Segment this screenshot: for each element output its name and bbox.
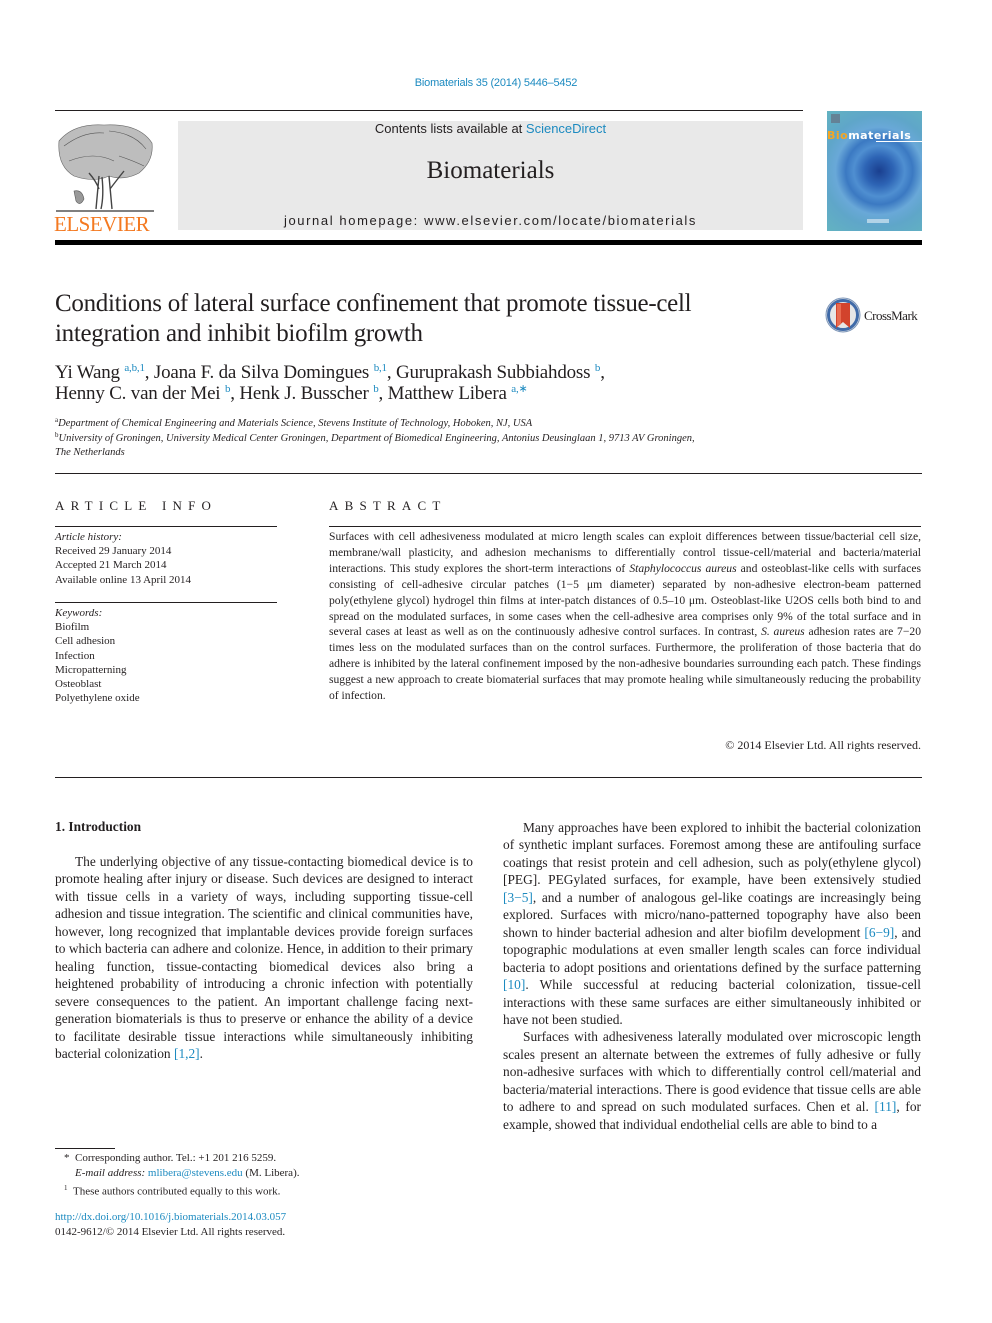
keyword: Osteoblast	[55, 678, 102, 691]
doi-link[interactable]: http://dx.doi.org/10.1016/j.biomaterials…	[55, 1210, 286, 1225]
author[interactable]: Matthew Libera a,∗	[388, 383, 528, 404]
elsevier-logo-text: ELSEVIER	[54, 212, 150, 236]
journal-ref-text[interactable]: Biomaterials 35 (2014) 5446–5452	[415, 77, 578, 89]
abstract-heading: ABSTRACT	[329, 498, 447, 513]
author[interactable]: Henny C. van der Mei b	[55, 383, 230, 404]
citation-link[interactable]: [3−5]	[503, 890, 533, 905]
intro-right-column: Many approaches have been explored to in…	[503, 819, 921, 1133]
doi-link-text[interactable]: http://dx.doi.org/10.1016/j.biomaterials…	[55, 1211, 286, 1223]
author[interactable]: Guruprakash Subbiahdoss b	[396, 362, 600, 383]
citation-link[interactable]: [6−9]	[864, 925, 894, 940]
keyword: Biofilm	[55, 621, 90, 634]
crossmark-icon[interactable]	[825, 297, 861, 333]
contents-prefix: Contents lists available at	[374, 121, 526, 136]
paragraph: Surfaces with adhesiveness laterally mod…	[503, 1029, 921, 1132]
article-history: Article history: Received 29 January 201…	[55, 530, 277, 587]
footnote-email: E-mail address: mlibera@stevens.edu (M. …	[75, 1167, 300, 1179]
cover-title-highlight: Bio	[827, 129, 849, 142]
contents-line: Contents lists available at ScienceDirec…	[178, 121, 803, 136]
journal-reference-link[interactable]: Biomaterials 35 (2014) 5446–5452	[0, 77, 992, 89]
keyword: Micropatterning	[55, 663, 127, 676]
divider	[55, 602, 277, 603]
keyword: Polyethylene oxide	[55, 692, 140, 705]
email-link[interactable]: mlibera@stevens.edu	[148, 1167, 243, 1179]
author[interactable]: Joana F. da Silva Domingues b,1	[154, 362, 387, 383]
author-affil-sup[interactable]: b,1	[374, 362, 387, 374]
section-heading-introduction: 1. Introduction	[55, 819, 142, 834]
citation-link[interactable]: [10]	[503, 977, 525, 992]
article-info-heading: ARTICLE INFO	[55, 498, 218, 513]
title-line-2: integration and inhibit biofilm growth	[55, 320, 423, 347]
footnotes: * Corresponding author. Tel.: +1 201 216…	[64, 1151, 474, 1200]
author-line-1: Yi Wang a,b,1, Joana F. da Silva Domingu…	[55, 362, 605, 383]
header-thick-rule	[55, 240, 922, 245]
keyword: Cell adhesion	[55, 635, 116, 648]
cover-logo-icon	[831, 114, 840, 123]
divider	[329, 526, 921, 527]
author-list: Yi Wang a,b,1, Joana F. da Silva Domingu…	[55, 362, 815, 404]
header-rule	[55, 110, 803, 111]
abstract-copyright: © 2014 Elsevier Ltd. All rights reserved…	[725, 738, 921, 752]
author[interactable]: Yi Wang a,b,1	[55, 362, 145, 383]
journal-homepage[interactable]: journal homepage: www.elsevier.com/locat…	[178, 213, 803, 228]
species-name: S. aureus	[761, 625, 805, 639]
divider	[55, 473, 922, 474]
author-affil-sup[interactable]: a,b,1	[124, 362, 145, 374]
article-title: Conditions of lateral surface confinemen…	[55, 289, 795, 349]
footnote-equal: 1 These authors contributed equally to t…	[64, 1184, 281, 1198]
affiliation-b-cont: The Netherlands	[55, 447, 125, 458]
species-name: Staphylococcus aureus	[629, 561, 737, 575]
sciencedirect-link[interactable]: ScienceDirect	[526, 121, 606, 136]
cover-rule	[876, 141, 922, 142]
history-label: Article history:	[55, 531, 122, 543]
abstract-text: Surfaces with cell adhesiveness modulate…	[329, 530, 921, 703]
citation-link[interactable]: [11]	[875, 1099, 897, 1114]
author[interactable]: Henk J. Busscher b	[239, 383, 378, 404]
issn-copyright: 0142-9612/© 2014 Elsevier Ltd. All right…	[55, 1226, 286, 1238]
crossmark-label[interactable]: CrossMark	[864, 308, 918, 324]
affiliation-b: bUniversity of Groningen, University Med…	[55, 431, 695, 445]
divider	[55, 777, 922, 778]
keywords-label: Keywords:	[55, 607, 103, 619]
cover-publisher-mark	[867, 219, 889, 223]
keywords: Keywords: Biofilm Cell adhesion Infectio…	[55, 606, 277, 705]
intro-left-column: The underlying objective of any tissue-c…	[55, 853, 473, 1062]
author-line-2: Henny C. van der Mei b, Henk J. Busscher…	[55, 383, 528, 404]
footnote-corresponding: * Corresponding author. Tel.: +1 201 216…	[64, 1152, 277, 1164]
paragraph: Many approaches have been explored to in…	[503, 820, 922, 1027]
paragraph: The underlying objective of any tissue-c…	[55, 854, 473, 1061]
footnote-rule	[55, 1148, 115, 1149]
history-online: Available online 13 April 2014	[55, 573, 192, 586]
affiliation-a: aDepartment of Chemical Engineering and …	[55, 416, 533, 430]
divider	[55, 526, 277, 527]
journal-name: Biomaterials	[426, 157, 555, 184]
history-accepted: Accepted 21 March 2014	[55, 559, 167, 572]
citation-link[interactable]: [1,2]	[174, 1046, 200, 1061]
title-line-1: Conditions of lateral surface confinemen…	[55, 290, 692, 317]
history-received: Received 29 January 2014	[55, 545, 172, 558]
author-affil-sup[interactable]: a,∗	[511, 383, 527, 395]
keyword: Infection	[55, 649, 95, 662]
